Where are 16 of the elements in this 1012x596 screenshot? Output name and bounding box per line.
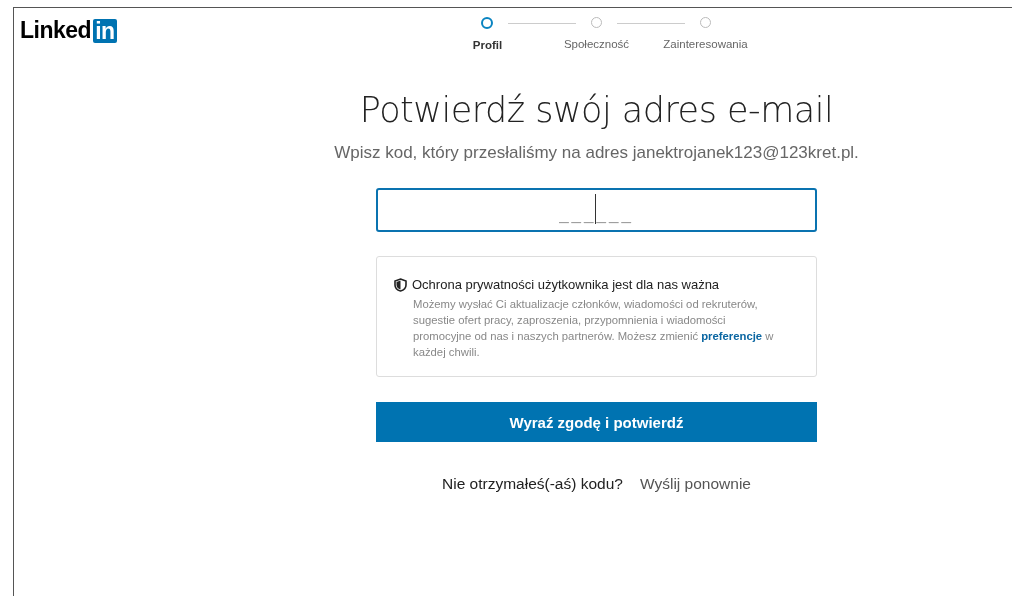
- code-field[interactable]: ______: [376, 188, 817, 232]
- shield-icon: [394, 277, 407, 292]
- page-heading: Potwierdź swój adres e-mail: [359, 90, 834, 130]
- logo[interactable]: Linked in: [20, 17, 117, 44]
- step-tab[interactable]: Profil: [472, 17, 503, 51]
- logo-badge: in: [93, 18, 117, 43]
- agree-confirm-button[interactable]: Wyraź zgodę i potwierdź: [376, 402, 817, 442]
- logo-text: Linked: [20, 17, 92, 44]
- privacy-text: Możemy wysłać Ci aktualizacje członków, wiadomości od rekruterów, sugestie ofert pracy, zaproszenia, przypomnienia i wiadomości promocyjne od nas i naszych partnerów. Możesz zmienić preferencje w każdej chwili.: [413, 297, 774, 360]
- subtitle: Wpisz kod, który przesłaliśmy na adres janektrojanek123@123kret.pl.: [334, 143, 859, 163]
- resend-link[interactable]: Wyślij ponownie: [639, 475, 751, 493]
- resend-question: Nie otrzymałeś(-aś) kodu?: [442, 475, 623, 493]
- step-tab[interactable]: Zainteresowania: [663, 17, 748, 51]
- privacy-title: Ochrona prywatności użytkownika jest dla nas ważna: [412, 277, 720, 292]
- preferences-link[interactable]: preferencje: [701, 330, 763, 342]
- text-cursor: [595, 194, 596, 224]
